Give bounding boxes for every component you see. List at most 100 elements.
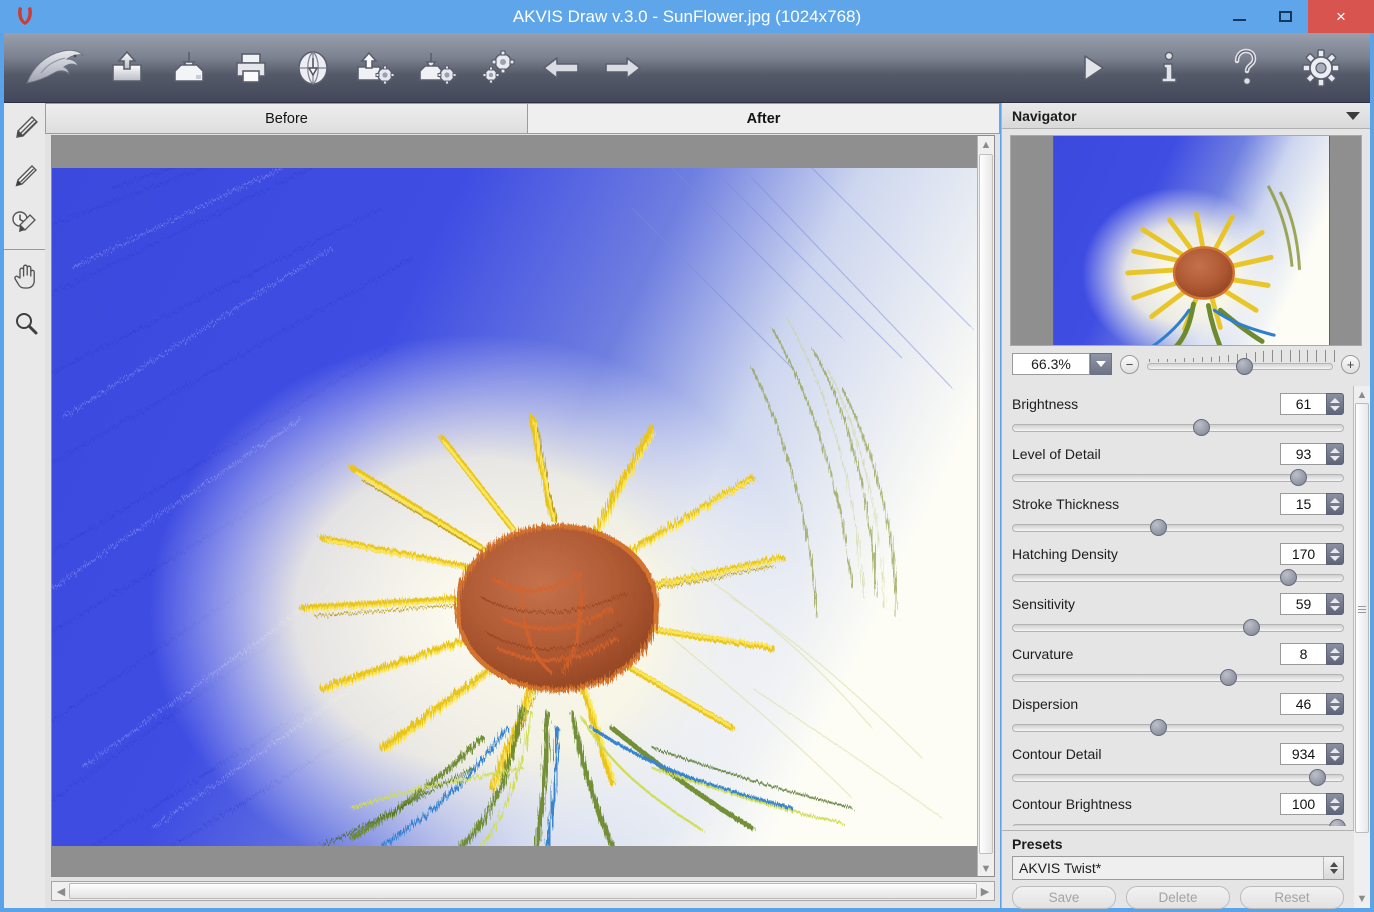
publish-globe-icon[interactable] <box>290 45 336 91</box>
parameter-slider[interactable] <box>1012 418 1344 436</box>
undo-arrow-icon[interactable] <box>538 45 584 91</box>
spinner-arrows[interactable] <box>1326 793 1344 815</box>
spinner-arrows[interactable] <box>1326 643 1344 665</box>
chevron-down-icon[interactable] <box>1330 555 1340 561</box>
close-button[interactable]: × <box>1308 0 1374 33</box>
canvas-vertical-scrollbar[interactable]: ▲ ▼ <box>977 136 994 876</box>
chevron-up-icon[interactable] <box>1330 547 1340 553</box>
parameter-slider[interactable] <box>1012 668 1344 686</box>
scroll-down-icon[interactable]: ▼ <box>978 861 994 876</box>
image-canvas[interactable] <box>52 136 979 876</box>
zoom-tool[interactable] <box>4 300 48 348</box>
settings-scroll-up-icon[interactable]: ▲ <box>1354 387 1370 403</box>
save-preset-button[interactable]: Save <box>1012 886 1116 909</box>
zoom-value-field[interactable]: 66.3% <box>1012 353 1090 375</box>
about-info-icon[interactable] <box>1146 45 1192 91</box>
zoom-out-button[interactable]: − <box>1120 354 1139 374</box>
spinner-arrows[interactable] <box>1326 593 1344 615</box>
open-image-icon[interactable] <box>104 45 150 91</box>
chevron-up-icon[interactable] <box>1330 597 1340 603</box>
settings-gear-icon[interactable] <box>1298 45 1344 91</box>
tab-before[interactable]: Before <box>45 103 527 134</box>
parameter-slider[interactable] <box>1012 518 1344 536</box>
save-image-icon[interactable] <box>166 45 212 91</box>
delete-preset-button[interactable]: Delete <box>1126 886 1230 909</box>
spinner-arrows[interactable] <box>1326 693 1344 715</box>
parameter-slider[interactable] <box>1012 468 1344 486</box>
parameter-value-input[interactable] <box>1280 743 1326 765</box>
help-question-icon[interactable] <box>1222 45 1268 91</box>
zoom-in-button[interactable]: + <box>1341 354 1360 374</box>
akvis-logo-bird-icon[interactable] <box>22 42 88 94</box>
parameter-value-input[interactable] <box>1280 543 1326 565</box>
parameter-slider[interactable] <box>1012 568 1344 586</box>
parameter-value-input[interactable] <box>1280 593 1326 615</box>
maximize-button[interactable] <box>1262 0 1308 33</box>
parameter-spinner[interactable] <box>1280 743 1344 765</box>
history-brush-tool[interactable] <box>4 199 48 247</box>
parameter-value-input[interactable] <box>1280 443 1326 465</box>
redo-arrow-icon[interactable] <box>600 45 646 91</box>
chevron-down-icon[interactable] <box>1330 805 1340 811</box>
canvas-vscroll-thumb[interactable] <box>979 154 993 854</box>
hand-tool[interactable] <box>4 252 48 300</box>
parameter-value-input[interactable] <box>1280 693 1326 715</box>
parameter-spinner[interactable] <box>1280 593 1344 615</box>
parameter-spinner[interactable] <box>1280 393 1344 415</box>
parameter-slider-thumb[interactable] <box>1243 619 1261 636</box>
parameter-slider[interactable] <box>1012 768 1344 786</box>
chevron-up-icon[interactable] <box>1330 447 1340 453</box>
spinner-arrows[interactable] <box>1326 743 1344 765</box>
parameter-slider-thumb[interactable] <box>1309 769 1327 786</box>
spinner-arrows[interactable] <box>1326 393 1344 415</box>
parameter-slider[interactable] <box>1012 618 1344 636</box>
parameter-slider-thumb[interactable] <box>1193 419 1211 436</box>
stroke-direction-tool[interactable] <box>4 103 48 151</box>
parameter-value-input[interactable] <box>1280 393 1326 415</box>
scroll-right-icon[interactable]: ▶ <box>977 883 993 899</box>
parameter-spinner[interactable] <box>1280 543 1344 565</box>
parameter-slider-thumb[interactable] <box>1279 569 1297 586</box>
parameter-slider-thumb[interactable] <box>1329 819 1347 826</box>
save-settings-icon[interactable] <box>414 45 460 91</box>
print-icon[interactable] <box>228 45 274 91</box>
parameter-spinner[interactable] <box>1280 643 1344 665</box>
chevron-down-icon[interactable] <box>1346 111 1360 120</box>
parameter-slider-thumb[interactable] <box>1150 519 1168 536</box>
chevron-down-icon[interactable] <box>1330 505 1340 511</box>
parameter-slider-thumb[interactable] <box>1289 469 1307 486</box>
spinner-arrows[interactable] <box>1326 543 1344 565</box>
scroll-up-icon[interactable]: ▲ <box>978 137 994 153</box>
parameter-slider-thumb[interactable] <box>1150 719 1168 736</box>
parameter-slider[interactable] <box>1012 718 1344 736</box>
chevron-up-icon[interactable] <box>1330 747 1340 753</box>
chevron-up-icon[interactable] <box>1330 797 1340 803</box>
preset-dropdown[interactable]: AKVIS Twist* <box>1012 856 1344 880</box>
parameter-spinner[interactable] <box>1280 693 1344 715</box>
reset-preset-button[interactable]: Reset <box>1240 886 1344 909</box>
spinner-arrows[interactable] <box>1326 443 1344 465</box>
parameter-slider[interactable] <box>1012 818 1347 826</box>
parameter-value-input[interactable] <box>1280 793 1326 815</box>
preset-dropdown-arrows-icon[interactable] <box>1323 857 1343 879</box>
parameter-slider-thumb[interactable] <box>1219 669 1237 686</box>
zoom-slider-thumb[interactable] <box>1235 358 1253 375</box>
chevron-down-icon[interactable] <box>1330 455 1340 461</box>
parameter-spinner[interactable] <box>1280 493 1344 515</box>
settings-scroll-down-icon[interactable]: ▼ <box>1354 891 1370 907</box>
chevron-down-icon[interactable] <box>1330 705 1340 711</box>
navigator-thumbnail[interactable] <box>1010 135 1362 346</box>
chevron-up-icon[interactable] <box>1330 497 1340 503</box>
settings-vertical-scrollbar[interactable]: ▲ ▼ <box>1353 386 1370 908</box>
settings-vscroll-thumb[interactable] <box>1355 403 1369 833</box>
chevron-up-icon[interactable] <box>1330 647 1340 653</box>
chevron-down-icon[interactable] <box>1330 605 1340 611</box>
parameter-spinner[interactable] <box>1280 793 1344 815</box>
chevron-up-icon[interactable] <box>1330 697 1340 703</box>
minimize-button[interactable] <box>1216 0 1262 33</box>
chevron-down-icon[interactable] <box>1330 655 1340 661</box>
parameter-value-input[interactable] <box>1280 643 1326 665</box>
zoom-slider[interactable] <box>1147 350 1335 375</box>
chevron-up-icon[interactable] <box>1330 397 1340 403</box>
scroll-left-icon[interactable]: ◀ <box>53 883 69 899</box>
